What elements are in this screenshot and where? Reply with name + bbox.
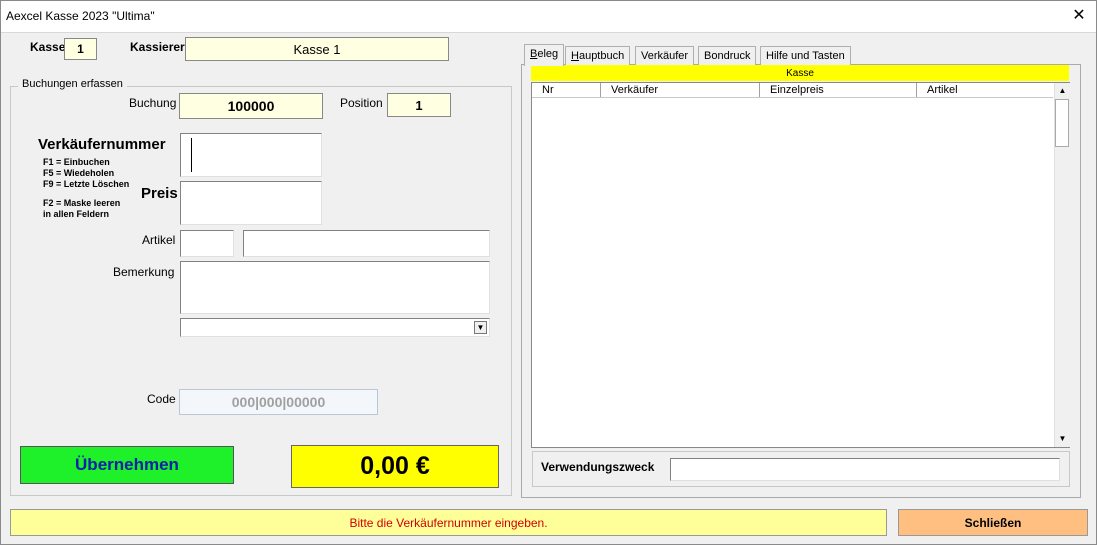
buchung-label: Buchung — [129, 96, 177, 110]
list-header: Nr Verkäufer Einzelpreis Artikel — [532, 83, 1053, 98]
verwendungszweck-label: Verwendungszweck — [541, 460, 655, 474]
position-field[interactable]: 1 — [387, 93, 451, 117]
code-field: 000|000|00000 — [179, 389, 378, 415]
beleg-title-bar: Kasse — [531, 65, 1069, 81]
vertical-scrollbar[interactable]: ▲ ▼ — [1054, 83, 1070, 447]
hotkey-hints-2: F2 = Maske leeren in allen Feldern — [43, 198, 120, 220]
bemerkung-dropdown[interactable]: ▼ — [180, 318, 490, 337]
hint-f2-cont: in allen Feldern — [43, 209, 110, 219]
verkaeufernummer-label: Verkäufernummer — [38, 136, 166, 153]
bemerkung-label: Bemerkung — [113, 265, 175, 279]
column-header-nr[interactable]: Nr — [532, 83, 601, 97]
verwendungszweck-input[interactable] — [670, 458, 1060, 481]
hotkey-hints: F1 = Einbuchen F5 = Wiedeholen F9 = Letz… — [43, 157, 129, 190]
kasse-label: Kasse — [30, 40, 66, 54]
text-cursor — [191, 138, 192, 172]
bemerkung-input[interactable] — [180, 261, 490, 314]
tab-hilfe-und-tasten[interactable]: Hilfe und Tasten — [760, 46, 851, 65]
artikel-number-input[interactable] — [180, 230, 234, 257]
kassierer-label: Kassierer — [130, 40, 185, 54]
artikel-label: Artikel — [142, 233, 176, 247]
schliessen-button[interactable]: Schließen — [898, 509, 1088, 536]
tab-hauptbuch-label: auptbuch — [578, 50, 625, 62]
hint-f1: F1 = Einbuchen — [43, 157, 110, 167]
uebernehmen-button[interactable]: Übernehmen — [20, 446, 234, 484]
preis-label: Preis — [141, 185, 178, 202]
artikel-name-input[interactable] — [243, 230, 490, 257]
close-icon[interactable]: ✕ — [1068, 5, 1090, 27]
tab-beleg-label: eleg — [537, 48, 559, 60]
total-amount: 0,00 € — [291, 445, 499, 488]
hint-f9: F9 = Letzte Löschen — [43, 179, 130, 189]
tab-hauptbuch[interactable]: Hauptbuch — [565, 46, 631, 65]
column-header-einzelpreis[interactable]: Einzelpreis — [760, 83, 917, 97]
chevron-down-icon[interactable]: ▼ — [474, 321, 487, 334]
scrollbar-thumb[interactable] — [1055, 99, 1069, 147]
status-message: Bitte die Verkäufernummer eingeben. — [10, 509, 887, 536]
column-header-verkaeufer[interactable]: Verkäufer — [601, 83, 760, 97]
verkaeufernummer-input[interactable] — [180, 133, 322, 177]
column-header-artikel[interactable]: Artikel — [917, 83, 1053, 97]
scroll-down-icon[interactable]: ▼ — [1055, 431, 1070, 446]
position-label: Position — [340, 96, 383, 110]
hint-f5: F5 = Wiedeholen — [43, 168, 115, 178]
hint-f2: F2 = Maske leeren — [43, 198, 121, 208]
buchung-field[interactable]: 100000 — [179, 93, 323, 119]
tab-hauptbuch-accel: H — [571, 50, 579, 62]
code-label: Code — [147, 392, 176, 406]
kasse-number-field[interactable]: 1 — [64, 38, 97, 60]
window-title: Aexcel Kasse 2023 "Ultima" — [6, 9, 155, 23]
scroll-up-icon[interactable]: ▲ — [1055, 83, 1070, 98]
preis-input[interactable] — [180, 181, 322, 225]
booking-groupbox-legend: Buchungen erfassen — [18, 78, 127, 90]
title-bar — [0, 0, 1097, 33]
tab-bondruck[interactable]: Bondruck — [698, 46, 757, 65]
tab-verkaeufer[interactable]: Verkäufer — [635, 46, 695, 65]
kassierer-field[interactable]: Kasse 1 — [185, 37, 449, 61]
beleg-list[interactable]: Nr Verkäufer Einzelpreis Artikel — [531, 82, 1070, 448]
tab-beleg[interactable]: Beleg — [524, 44, 565, 66]
